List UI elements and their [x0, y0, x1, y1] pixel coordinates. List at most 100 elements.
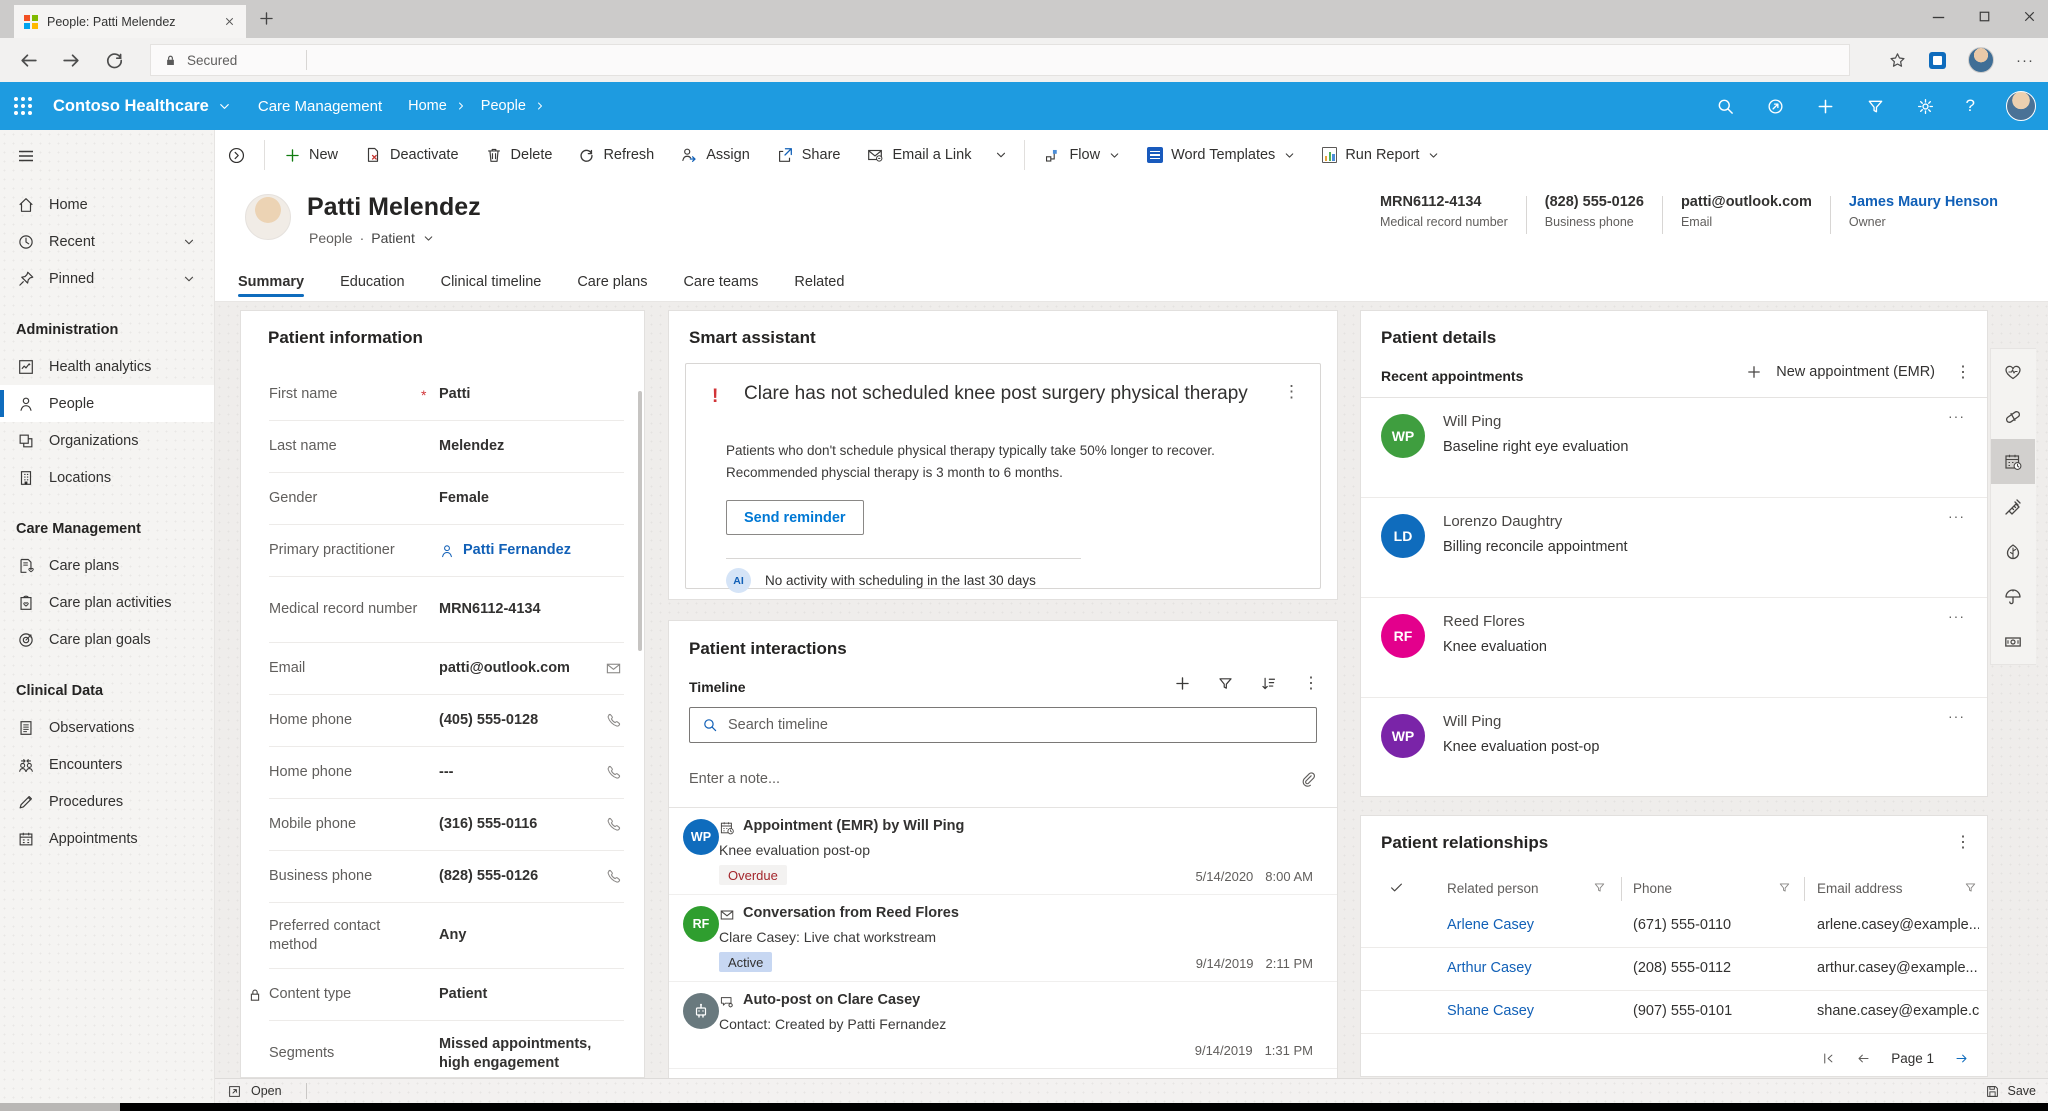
- appointment-item[interactable]: WP Will Ping Baseline right eye evaluati…: [1361, 398, 1987, 498]
- record-type-label[interactable]: Patient: [371, 230, 415, 246]
- sidebar-item-observations[interactable]: Observations: [0, 709, 214, 746]
- chevron-down-icon[interactable]: [182, 272, 196, 286]
- appointments-kebab-icon[interactable]: ⋮: [1955, 362, 1971, 382]
- waffle-icon[interactable]: [14, 97, 32, 115]
- select-all-check-icon[interactable]: [1389, 880, 1404, 895]
- sidebar-item-encounters[interactable]: Encounters: [0, 746, 214, 783]
- card-kebab-icon[interactable]: ⋮: [1283, 382, 1300, 402]
- timeline-search-input[interactable]: [728, 717, 1304, 733]
- save-button[interactable]: Save: [1985, 1084, 2037, 1099]
- item-more-icon[interactable]: ···: [1948, 408, 1965, 424]
- timeline-entry[interactable]: RF Conversation from Reed Flores Clare C…: [669, 895, 1337, 982]
- advanced-find-icon[interactable]: [1866, 97, 1885, 116]
- phone-icon[interactable]: [605, 816, 622, 833]
- timeline-add-icon[interactable]: [1174, 675, 1191, 692]
- new-button[interactable]: New: [271, 130, 351, 180]
- table-row[interactable]: Shane Casey (907) 555-0101 shane.casey@e…: [1361, 991, 1987, 1034]
- app-name[interactable]: Contoso Healthcare: [53, 97, 209, 116]
- area-label[interactable]: Care Management: [258, 98, 382, 115]
- forward-icon[interactable]: [61, 50, 82, 71]
- minimize-icon[interactable]: [1929, 8, 1948, 27]
- email-link-button[interactable]: Email a Link: [853, 130, 984, 180]
- strip-heart-pulse-icon[interactable]: [1991, 349, 2035, 394]
- new-tab-icon[interactable]: [258, 10, 275, 27]
- sidebar-item-appointments[interactable]: Appointments: [0, 820, 214, 857]
- previous-page-icon[interactable]: [1856, 1051, 1871, 1066]
- deactivate-button[interactable]: Deactivate: [351, 130, 472, 180]
- column-filter-icon[interactable]: [1964, 881, 1977, 894]
- first-page-icon[interactable]: [1821, 1051, 1836, 1066]
- tab-clinical-timeline[interactable]: Clinical timeline: [441, 262, 542, 301]
- column-filter-icon[interactable]: [1778, 881, 1791, 894]
- share-button[interactable]: Share: [763, 130, 854, 180]
- window-close-icon[interactable]: [2021, 8, 2038, 25]
- commandbar-overflow-chevron[interactable]: [984, 130, 1018, 180]
- note-input[interactable]: [689, 771, 1299, 787]
- timeline-kebab-icon[interactable]: ⋮: [1303, 673, 1319, 693]
- app-chevron-down-icon[interactable]: [217, 99, 232, 114]
- hamburger-icon[interactable]: [16, 146, 36, 166]
- timeline-entry[interactable]: Auto-post on Clare Casey Contact: Create…: [669, 982, 1337, 1069]
- sidebar-item-people[interactable]: People: [0, 385, 214, 422]
- sidebar-item-care-plans[interactable]: Care plans: [0, 547, 214, 584]
- timeline-search-box[interactable]: [689, 707, 1317, 743]
- help-icon[interactable]: ?: [1966, 96, 1975, 116]
- refresh-icon[interactable]: [104, 50, 125, 71]
- back-icon[interactable]: [18, 50, 39, 71]
- strip-appointments-calendar-icon[interactable]: [1991, 439, 2035, 484]
- column-email-address[interactable]: Email address: [1817, 881, 1903, 896]
- sidebar-item-care-plan-goals[interactable]: Care plan goals: [0, 621, 214, 658]
- chevron-down-icon[interactable]: [182, 235, 196, 249]
- extension-icon[interactable]: [1929, 52, 1946, 69]
- timeline-filter-icon[interactable]: [1217, 675, 1234, 692]
- tab-related[interactable]: Related: [794, 262, 844, 301]
- browser-menu-icon[interactable]: ···: [2016, 52, 2034, 69]
- next-page-icon[interactable]: [1954, 1051, 1969, 1066]
- send-reminder-button[interactable]: Send reminder: [726, 500, 864, 535]
- strip-allergies-leaf-icon[interactable]: [1991, 529, 2035, 574]
- note-composer[interactable]: [689, 759, 1317, 799]
- tab-care-plans[interactable]: Care plans: [577, 262, 647, 301]
- mail-icon[interactable]: [605, 660, 622, 677]
- refresh-button[interactable]: Refresh: [565, 130, 667, 180]
- timeline-entry[interactable]: WP Appointment (EMR) by Will Ping Knee e…: [669, 808, 1337, 895]
- chevron-down-icon[interactable]: [422, 232, 435, 245]
- appointment-item[interactable]: WP Will Ping Knee evaluation post-op ···: [1361, 698, 1987, 798]
- flow-button[interactable]: Flow: [1031, 130, 1134, 180]
- table-row[interactable]: Arlene Casey (671) 555-0110 arlene.casey…: [1361, 905, 1987, 948]
- delete-button[interactable]: Delete: [472, 130, 566, 180]
- column-phone[interactable]: Phone: [1633, 881, 1672, 896]
- strip-coverage-umbrella-icon[interactable]: [1991, 574, 2035, 619]
- breadcrumb-people[interactable]: People: [481, 98, 546, 114]
- sidebar-item-pinned[interactable]: Pinned: [0, 260, 214, 297]
- open-button[interactable]: Open: [227, 1084, 282, 1099]
- column-filter-icon[interactable]: [1593, 881, 1606, 894]
- sidebar-item-organizations[interactable]: Organizations: [0, 422, 214, 459]
- sidebar-item-recent[interactable]: Recent: [0, 223, 214, 260]
- appointment-item[interactable]: LD Lorenzo Daughtry Billing reconcile ap…: [1361, 498, 1987, 598]
- address-bar[interactable]: Secured: [150, 44, 1850, 76]
- strip-billing-cash-icon[interactable]: [1991, 619, 2035, 664]
- sidebar-item-procedures[interactable]: Procedures: [0, 783, 214, 820]
- run-report-button[interactable]: Run Report: [1309, 130, 1453, 180]
- related-person-link[interactable]: Shane Casey: [1447, 1003, 1534, 1019]
- related-person-link[interactable]: Arlene Casey: [1447, 917, 1534, 933]
- column-related-person[interactable]: Related person: [1447, 881, 1539, 896]
- browser-tab[interactable]: People: Patti Melendez: [14, 5, 246, 38]
- strip-procedures-syringe-icon[interactable]: [1991, 484, 2035, 529]
- browser-profile-avatar[interactable]: [1968, 47, 1994, 73]
- tab-education[interactable]: Education: [340, 262, 405, 301]
- assign-button[interactable]: Assign: [667, 130, 763, 180]
- patient-avatar[interactable]: [245, 194, 291, 240]
- item-more-icon[interactable]: ···: [1948, 608, 1965, 624]
- breadcrumb-home[interactable]: Home: [408, 98, 467, 114]
- search-icon[interactable]: [1716, 97, 1735, 116]
- sidebar-item-health-analytics[interactable]: Health analytics: [0, 348, 214, 385]
- owner-link[interactable]: James Maury Henson: [1849, 194, 1998, 210]
- timeline-entry[interactable]: Appointment (EMR) by Lorenzo Daughtry: [669, 1069, 1337, 1078]
- settings-gear-icon[interactable]: [1916, 97, 1935, 116]
- taskflow-icon[interactable]: [1766, 97, 1785, 116]
- new-appointment-button[interactable]: New appointment (EMR) ⋮: [1746, 362, 1971, 382]
- sidebar-item-care-plan-activities[interactable]: Care plan activities: [0, 584, 214, 621]
- phone-icon[interactable]: [605, 712, 622, 729]
